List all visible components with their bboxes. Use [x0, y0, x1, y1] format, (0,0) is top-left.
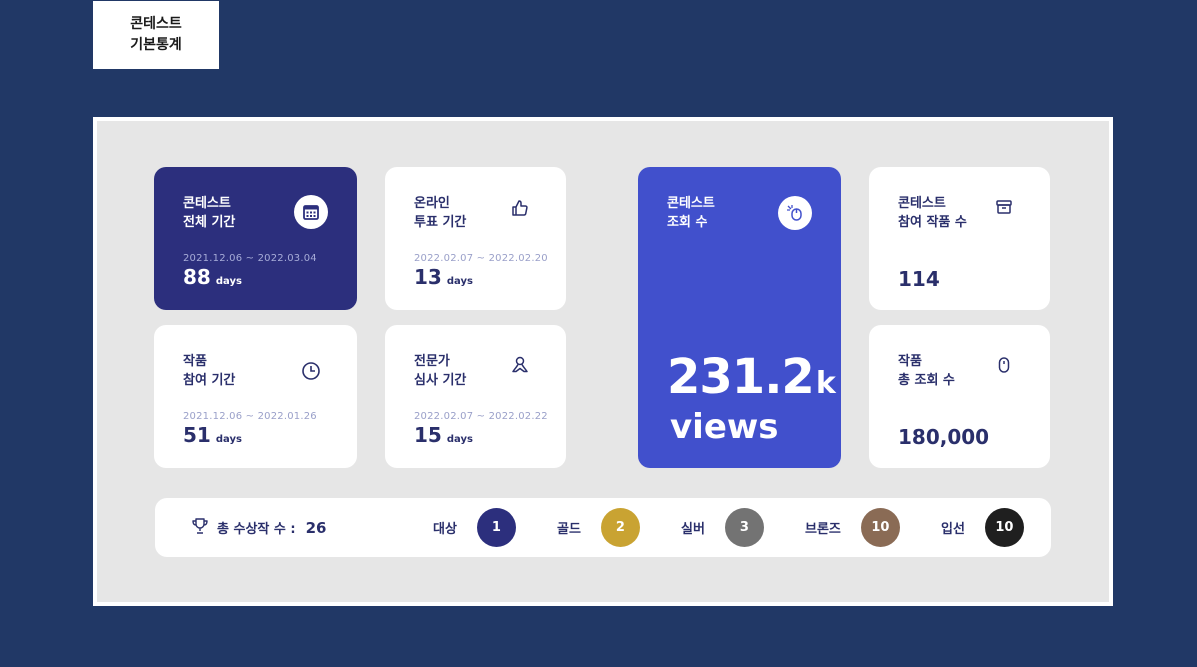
- mouse-icon: [987, 348, 1021, 382]
- work-views-card: 작품 총 조회 수 180,000: [869, 325, 1050, 468]
- views-value: 231.2k: [667, 353, 836, 401]
- award-silver: 실버 3: [681, 508, 764, 547]
- awards-total-value: 26: [305, 518, 327, 537]
- awards-bar: 총 수상작 수 : 26 대상 1 골드 2 실버 3 브론즈 10 입선 10: [155, 498, 1051, 557]
- period-dates: 2021.12.06 ~ 2022.03.04: [183, 253, 317, 264]
- award-count-badge: 1: [476, 508, 516, 547]
- views-number: 231.2: [667, 349, 815, 405]
- stats-panel: 콘테스트 전체 기간 2021.12.06 ~ 2022.03.04 88 da…: [93, 117, 1113, 606]
- days-value: 15: [414, 423, 442, 447]
- clock-icon: [294, 354, 328, 388]
- thumbs-up-icon: [503, 191, 537, 225]
- award-label: 브론즈: [805, 522, 841, 537]
- award-honorable: 입선 10: [941, 508, 1024, 547]
- period-days: 13 days: [414, 265, 473, 289]
- award-count-badge: 10: [984, 508, 1024, 547]
- award-count-badge: 2: [600, 508, 640, 547]
- award-label: 골드: [557, 522, 581, 537]
- entries-card: 콘테스트 참여 작품 수 114: [869, 167, 1050, 310]
- award-label: 입선: [941, 522, 965, 537]
- work-views-count: 180,000: [898, 425, 990, 449]
- page-title: 콘테스트 기본통계: [93, 1, 219, 69]
- card-title: 콘테스트 전체 기간: [183, 196, 236, 230]
- page-title-line1: 콘테스트: [130, 16, 182, 32]
- contest-period-card: 콘테스트 전체 기간 2021.12.06 ~ 2022.03.04 88 da…: [154, 167, 357, 310]
- judge-period-card: 전문가 심사 기간 2022.02.07 ~ 2022.02.22 15 day…: [385, 325, 566, 468]
- period-dates: 2021.12.06 ~ 2022.01.26: [183, 411, 317, 422]
- card-title: 작품 총 조회 수: [898, 354, 955, 388]
- days-value: 51: [183, 423, 211, 447]
- mouse-click-icon: [778, 196, 812, 230]
- card-title: 작품 참여 기간: [183, 354, 236, 388]
- award-gold: 골드 2: [557, 508, 640, 547]
- awards-total-label: 총 수상작 수 :: [217, 522, 296, 537]
- award-count-badge: 10: [860, 508, 900, 547]
- card-title: 콘테스트 조회 수: [667, 196, 715, 230]
- card-title: 온라인 투표 기간: [414, 196, 467, 230]
- awards-total: 총 수상작 수 : 26: [191, 498, 326, 557]
- archive-icon: [987, 190, 1021, 224]
- contest-views-card: 콘테스트 조회 수 231.2k views: [638, 167, 841, 468]
- award-bronze: 브론즈 10: [805, 508, 900, 547]
- page-title-line2: 기본통계: [130, 37, 182, 53]
- award-label: 실버: [681, 522, 705, 537]
- days-unit: days: [215, 276, 242, 287]
- calendar-icon: [294, 195, 328, 229]
- period-days: 51 days: [183, 423, 242, 447]
- person-icon: [503, 348, 537, 382]
- days-value: 13: [414, 265, 442, 289]
- vote-period-card: 온라인 투표 기간 2022.02.07 ~ 2022.02.20 13 day…: [385, 167, 566, 310]
- days-unit: days: [446, 434, 473, 445]
- award-label: 대상: [433, 522, 457, 537]
- views-suffix: k: [815, 366, 836, 401]
- days-unit: days: [446, 276, 473, 287]
- period-days: 15 days: [414, 423, 473, 447]
- trophy-icon: [191, 517, 209, 539]
- entry-period-card: 작품 참여 기간 2021.12.06 ~ 2022.01.26 51 days: [154, 325, 357, 468]
- card-title: 전문가 심사 기간: [414, 354, 467, 388]
- award-grand: 대상 1: [433, 508, 516, 547]
- period-dates: 2022.02.07 ~ 2022.02.22: [414, 411, 548, 422]
- views-label: views: [670, 407, 779, 447]
- entries-count: 114: [898, 267, 940, 291]
- period-days: 88 days: [183, 265, 242, 289]
- days-value: 88: [183, 265, 211, 289]
- award-count-badge: 3: [724, 508, 764, 547]
- card-title: 콘테스트 참여 작품 수: [898, 196, 967, 230]
- period-dates: 2022.02.07 ~ 2022.02.20: [414, 253, 548, 264]
- days-unit: days: [215, 434, 242, 445]
